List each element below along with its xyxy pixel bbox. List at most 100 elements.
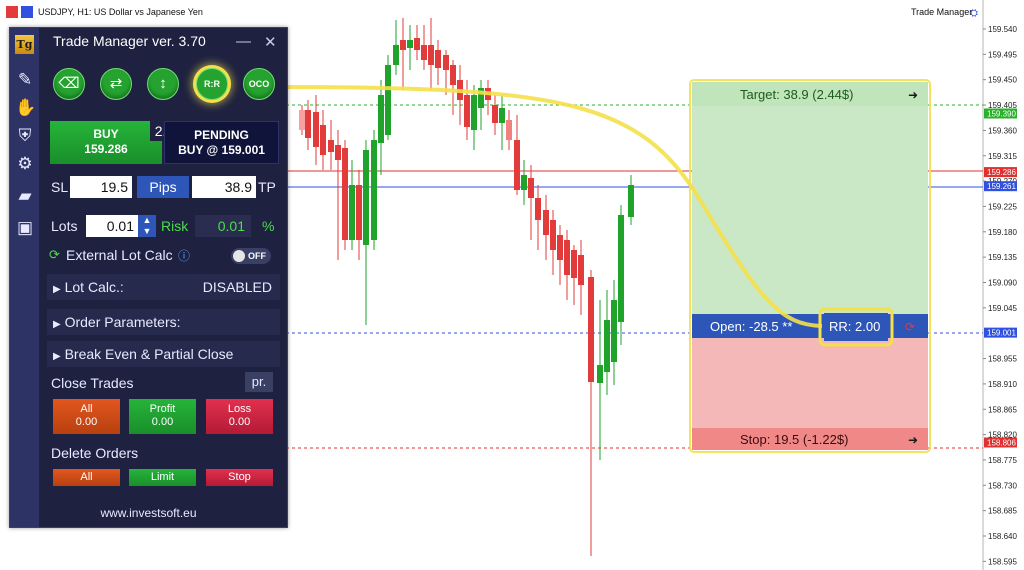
rr-button[interactable]: R:R: [196, 68, 228, 100]
pending-label: PENDING: [194, 128, 249, 142]
price-tick: 159.180: [988, 228, 1017, 237]
risk-unit: %: [262, 218, 275, 234]
shield-icon[interactable]: ⛨: [15, 126, 35, 146]
price-tick: 159.495: [988, 50, 1017, 59]
order-parameters-label: Order Parameters:: [64, 314, 181, 330]
price-axis-ticks: 159.540159.495159.450159.405159.360159.3…: [983, 25, 1017, 566]
close-button[interactable]: ✕: [264, 33, 277, 51]
price-tick: 158.865: [988, 405, 1017, 414]
candle-body: [349, 185, 355, 240]
eraser-button[interactable]: ⌫: [53, 68, 85, 100]
candle-body: [313, 112, 319, 147]
candle-body: [342, 148, 348, 240]
candle-body: [543, 210, 549, 235]
candle-body: [506, 120, 512, 140]
oco-button[interactable]: OCO: [243, 68, 275, 100]
candle-body: [335, 145, 341, 160]
lots-input[interactable]: 0.01: [86, 215, 138, 237]
refresh-icon[interactable]: ⟳: [905, 320, 915, 334]
buy-label: BUY: [93, 127, 119, 141]
buy-button[interactable]: BUY 159.286: [50, 121, 162, 164]
close-all-label: All: [80, 403, 93, 415]
candle-body: [385, 65, 391, 135]
price-tick: 159.315: [988, 152, 1017, 161]
lot-calc-label: Lot Calc.:: [64, 279, 124, 295]
stop-drag-icon[interactable]: ➜: [908, 433, 918, 447]
external-lot-calc-label: External Lot Calc: [66, 247, 173, 263]
close-all-button[interactable]: All 0.00: [53, 399, 120, 434]
gear-icon[interactable]: ⚙: [15, 154, 35, 174]
sl-input[interactable]: 19.5: [70, 176, 132, 198]
external-lot-calc-toggle[interactable]: OFF: [231, 248, 271, 264]
footer-link[interactable]: www.investsoft.eu: [10, 506, 287, 520]
refresh-lot-icon[interactable]: ⟳: [49, 247, 60, 263]
delete-orders-label: Delete Orders: [51, 445, 139, 461]
candle-body: [299, 110, 305, 130]
close-loss-value: 0.00: [228, 416, 251, 428]
tp-label: TP: [258, 179, 276, 195]
target-drag-icon[interactable]: ➜: [908, 88, 918, 102]
candle-body: [521, 175, 527, 190]
order-icon[interactable]: ✎: [15, 70, 35, 90]
risk-input[interactable]: 0.01: [195, 215, 251, 237]
info-icon[interactable]: ⓘ: [178, 247, 190, 264]
candle-body: [550, 220, 556, 250]
expand-icon: ▶: [53, 351, 61, 362]
tm-logo-icon: ⛭: [970, 8, 978, 19]
stop-label: Stop: 19.5 (-1.22$): [740, 432, 848, 447]
candle-body: [588, 277, 594, 382]
stop-zone[interactable]: [692, 338, 928, 428]
target-zone[interactable]: [692, 82, 928, 314]
delete-all-button[interactable]: All: [53, 469, 120, 486]
candle-body: [328, 140, 334, 152]
price-tick: 159.225: [988, 202, 1017, 211]
price-tick: 158.730: [988, 481, 1017, 490]
lots-stepper[interactable]: ▲ ▼: [138, 215, 156, 237]
candle-body: [363, 150, 369, 245]
pr-button[interactable]: pr.: [245, 372, 273, 392]
candle-body: [464, 95, 470, 127]
delete-limit-button[interactable]: Limit: [129, 469, 196, 486]
hand-icon[interactable]: ✋: [15, 98, 36, 118]
price-tag-label: 159.261: [987, 182, 1016, 191]
order-parameters-section[interactable]: ▶ Order Parameters:: [47, 309, 280, 335]
price-tag-label: 158.806: [987, 438, 1016, 447]
open-label: Open: -28.5 **: [710, 319, 792, 334]
buy-price: 159.286: [84, 142, 128, 156]
price-tick: 159.045: [988, 304, 1017, 313]
candle-body: [371, 140, 377, 240]
price-tick: 158.595: [988, 557, 1017, 566]
price-tick: 159.090: [988, 279, 1017, 288]
save-icon[interactable]: ▣: [15, 218, 35, 238]
resize-button[interactable]: ↕: [147, 68, 179, 100]
candle-body: [471, 95, 477, 130]
price-tick: 158.910: [988, 380, 1017, 389]
candle-body: [428, 45, 434, 65]
lot-calc-section[interactable]: ▶ Lot Calc.: DISABLED: [47, 274, 280, 300]
candle-body: [400, 40, 406, 50]
close-loss-label: Loss: [227, 403, 252, 415]
pending-button[interactable]: PENDING BUY @ 159.001: [164, 121, 279, 164]
candle-body: [435, 50, 441, 68]
delete-stop-button[interactable]: Stop: [206, 469, 273, 486]
minimize-button[interactable]: —: [236, 33, 251, 50]
risk-label: Risk: [161, 218, 189, 234]
price-tick: 159.135: [988, 253, 1017, 262]
close-profit-button[interactable]: Profit 0.00: [129, 399, 196, 434]
toggle-knob: [233, 250, 245, 262]
tp-input[interactable]: 38.9: [192, 176, 256, 198]
folder-icon[interactable]: ▰: [15, 186, 35, 206]
close-profit-label: Profit: [149, 403, 176, 415]
rr-tool[interactable]: Target: 38.9 (2.44$) ➜ Open: -28.5 ** RR…: [689, 79, 931, 453]
pips-button[interactable]: Pips: [137, 176, 189, 198]
candle-body: [571, 250, 577, 278]
break-even-section[interactable]: ▶ Break Even & Partial Close: [47, 341, 280, 367]
candles: [299, 18, 634, 556]
sl-label: SL: [51, 179, 69, 195]
toggle-state: OFF: [248, 251, 266, 261]
expand-icon: ▶: [53, 284, 61, 295]
candle-body: [407, 40, 413, 48]
close-loss-button[interactable]: Loss 0.00: [206, 399, 273, 434]
sidebar: Tg ✎ ✋ ⛨ ⚙ ▰ ▣: [10, 28, 39, 527]
breakeven-button[interactable]: ⇄: [100, 68, 132, 100]
